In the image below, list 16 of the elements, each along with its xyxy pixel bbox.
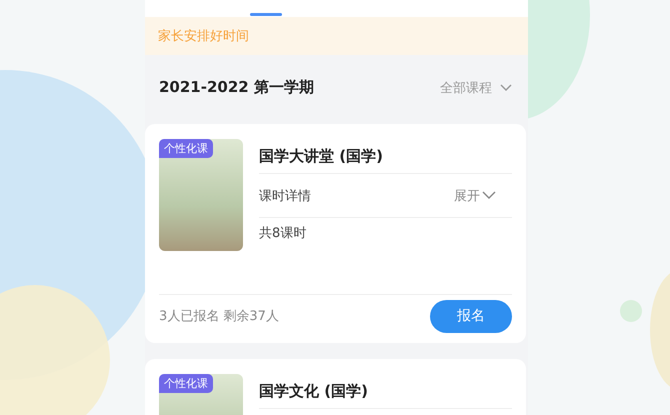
- course-type-badge: 个性化课: [159, 139, 213, 158]
- lesson-count: 共8课时: [259, 225, 306, 242]
- course-filter-dropdown[interactable]: 全部课程: [440, 78, 512, 96]
- course-title: 国学文化 (国学): [259, 374, 512, 409]
- enroll-button[interactable]: 报名: [430, 300, 512, 332]
- course-title: 国学大讲堂 (国学): [259, 139, 512, 174]
- enrollment-status: 3人已报名 剩余37人: [159, 308, 279, 325]
- chevron-down-icon: [500, 84, 512, 92]
- background-circle: [620, 300, 642, 322]
- expand-button[interactable]: 展开: [454, 186, 496, 204]
- lesson-details-label: 课时详情: [259, 188, 311, 204]
- course-type-badge: 个性化课: [159, 374, 213, 393]
- tab-indicator: [250, 13, 282, 16]
- semester-title: 2021-2022 第一学期: [159, 78, 314, 97]
- notice-text: 家长安排好时间: [158, 28, 249, 45]
- chevron-down-icon: [482, 191, 496, 200]
